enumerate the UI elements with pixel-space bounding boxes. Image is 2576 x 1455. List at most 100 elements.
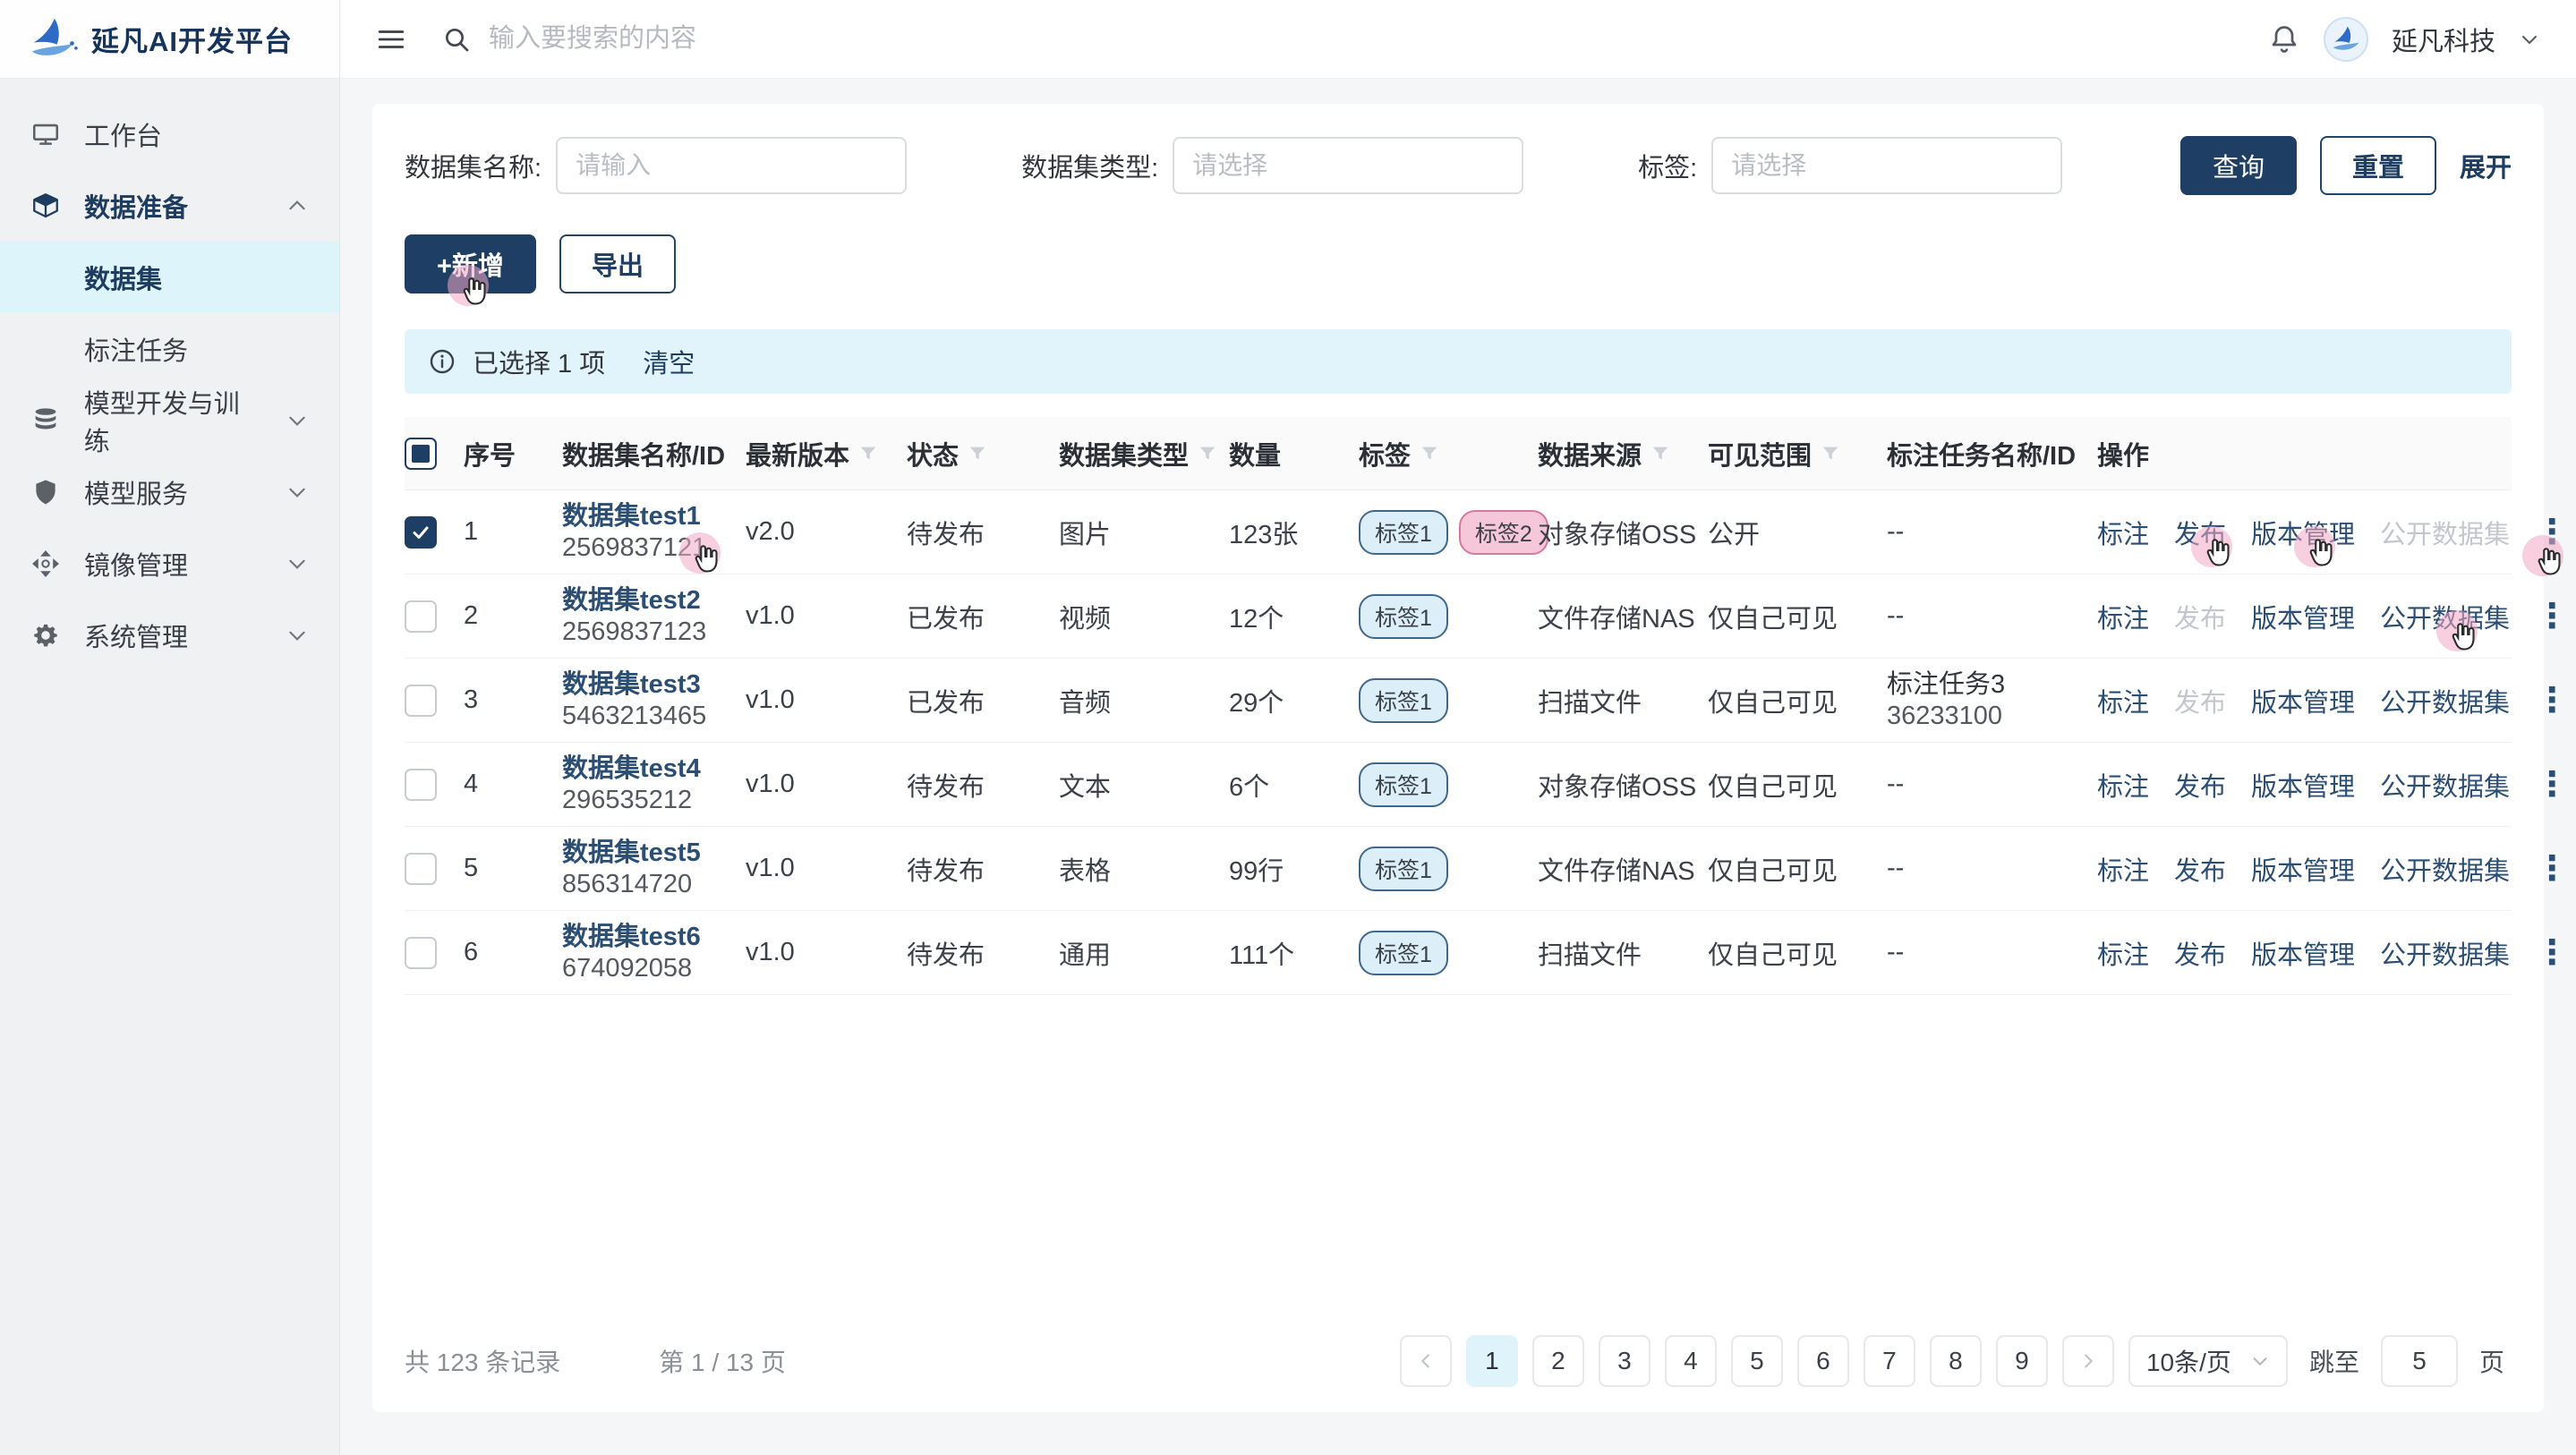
reset-button[interactable]: 重置 (2320, 136, 2436, 195)
prev-page-button[interactable] (1400, 1335, 1452, 1387)
action-link[interactable]: 发布 (2174, 850, 2226, 888)
sidebar-item-4[interactable]: 镜像管理 (0, 528, 339, 600)
chevron-down-icon (286, 552, 309, 575)
page-button-8[interactable]: 8 (1930, 1335, 1982, 1387)
select-all-checkbox[interactable] (405, 438, 437, 470)
table-row: 6数据集test6674092058v1.0待发布通用111个标签1扫描文件仅自… (405, 911, 2512, 995)
dataset-version: v1.0 (746, 685, 907, 715)
action-link[interactable]: 版本管理 (2251, 766, 2355, 804)
dataset-name-link[interactable]: 数据集test5 (562, 838, 737, 869)
more-actions-kebab-icon[interactable]: ⋮ (2535, 855, 2569, 882)
action-link[interactable]: 版本管理 (2251, 850, 2355, 888)
dataset-tags: 标签1标签2 (1359, 510, 1538, 555)
page-button-5[interactable]: 5 (1731, 1335, 1783, 1387)
query-button[interactable]: 查询 (2180, 136, 2297, 195)
page-button-2[interactable]: 2 (1532, 1335, 1584, 1387)
row-checkbox[interactable] (405, 516, 437, 549)
sidebar-subitem-1-0[interactable]: 数据集 (0, 242, 339, 313)
action-link[interactable]: 版本管理 (2251, 682, 2355, 719)
filter-input[interactable] (1731, 151, 2043, 180)
task-empty: -- (1887, 770, 1904, 798)
hamburger-icon[interactable] (376, 21, 412, 57)
chevron-down-icon[interactable] (2519, 29, 2540, 50)
next-page-button[interactable] (2062, 1335, 2114, 1387)
page-button-7[interactable]: 7 (1864, 1335, 1915, 1387)
row-checkbox[interactable] (405, 937, 437, 969)
sidebar-item-3[interactable]: 模型服务 (0, 456, 339, 528)
action-link[interactable]: 公开数据集 (2380, 766, 2510, 804)
sidebar-item-2[interactable]: 模型开发与训练 (0, 385, 339, 456)
add-button[interactable]: +新增 (405, 234, 536, 294)
filter-funnel-icon[interactable] (858, 444, 878, 464)
action-link[interactable]: 发布 (2174, 514, 2226, 551)
user-name[interactable]: 延凡科技 (2392, 21, 2495, 58)
dataset-id: 2569837123 (562, 617, 706, 648)
action-link[interactable]: 公开数据集 (2380, 682, 2510, 719)
more-actions-kebab-icon[interactable]: ⋮ (2535, 771, 2569, 798)
clear-selection-link[interactable]: 清空 (643, 343, 695, 380)
filter-input[interactable] (576, 151, 887, 180)
action-link[interactable]: 标注 (2097, 514, 2149, 551)
jump-to-input[interactable] (2381, 1335, 2458, 1387)
page-size-select[interactable]: 10条/页 (2128, 1335, 2288, 1387)
more-actions-kebab-icon[interactable]: ⋮ (2535, 687, 2569, 714)
dataset-name-link[interactable]: 数据集test2 (562, 585, 737, 617)
page-button-3[interactable]: 3 (1599, 1335, 1651, 1387)
dataset-name-link[interactable]: 数据集test1 (562, 501, 737, 532)
export-button[interactable]: 导出 (559, 234, 676, 294)
sidebar-item-0[interactable]: 工作台 (0, 98, 339, 170)
page-button-9[interactable]: 9 (1996, 1335, 2048, 1387)
filter-funnel-icon[interactable] (968, 444, 987, 464)
column-header: 数量 (1229, 435, 1359, 472)
action-link[interactable]: 公开数据集 (2380, 850, 2510, 888)
table-row: 1数据集test12569837121v2.0待发布图片123张标签1标签2对象… (405, 490, 2512, 574)
dataset-name-link[interactable]: 数据集test3 (562, 669, 737, 701)
action-link[interactable]: 发布 (2174, 934, 2226, 972)
task-empty: -- (1887, 938, 1904, 966)
row-checkbox[interactable] (405, 600, 437, 633)
avatar[interactable] (2324, 17, 2368, 62)
row-checkbox[interactable] (405, 853, 437, 885)
dataset-type: 视频 (1059, 598, 1229, 635)
action-link[interactable]: 版本管理 (2251, 934, 2355, 972)
action-link[interactable]: 版本管理 (2251, 598, 2355, 635)
more-actions-kebab-icon[interactable]: ⋮ (2535, 603, 2569, 630)
more-actions-kebab-icon[interactable]: ⋮ (2535, 940, 2569, 966)
row-checkbox[interactable] (405, 685, 437, 717)
action-link[interactable]: 标注 (2097, 682, 2149, 719)
filter-funnel-icon[interactable] (1420, 444, 1439, 464)
sidebar-item-label: 数据准备 (84, 187, 188, 225)
action-link[interactable]: 标注 (2097, 934, 2149, 972)
dataset-version: v1.0 (746, 770, 907, 799)
expand-link[interactable]: 展开 (2460, 147, 2512, 184)
action-link[interactable]: 发布 (2174, 766, 2226, 804)
filter-field-1: 数据集类型: (1021, 137, 1523, 194)
filter-funnel-icon[interactable] (1821, 444, 1840, 464)
notification-bell-icon[interactable] (2268, 23, 2300, 55)
dataset-name-link[interactable]: 数据集test4 (562, 753, 737, 785)
dataset-scope: 仅自己可见 (1708, 682, 1887, 719)
action-link[interactable]: 版本管理 (2251, 514, 2355, 551)
more-actions-kebab-icon[interactable]: ⋮ (2535, 519, 2569, 546)
filter-funnel-icon[interactable] (1198, 444, 1217, 464)
sidebar-subitem-1-1[interactable]: 标注任务 (0, 313, 339, 385)
page-button-1[interactable]: 1 (1466, 1335, 1518, 1387)
row-number: 1 (464, 517, 562, 547)
sidebar-item-1[interactable]: 数据准备 (0, 170, 339, 242)
action-link[interactable]: 标注 (2097, 850, 2149, 888)
action-link[interactable]: 公开数据集 (2380, 934, 2510, 972)
column-header: 状态 (907, 435, 1059, 472)
sidebar-item-5[interactable]: 系统管理 (0, 600, 339, 671)
task-empty: -- (1887, 854, 1904, 882)
table-header: 序号数据集名称/ID最新版本状态数据集类型数量标签数据来源可见范围标注任务名称/… (405, 417, 2512, 490)
action-link[interactable]: 标注 (2097, 598, 2149, 635)
filter-input[interactable] (1192, 151, 1504, 180)
search-input[interactable] (489, 24, 1115, 54)
dataset-name-link[interactable]: 数据集test6 (562, 922, 737, 953)
filter-funnel-icon[interactable] (1651, 444, 1670, 464)
row-checkbox[interactable] (405, 769, 437, 801)
action-link[interactable]: 公开数据集 (2380, 598, 2510, 635)
page-button-4[interactable]: 4 (1665, 1335, 1717, 1387)
action-link[interactable]: 标注 (2097, 766, 2149, 804)
page-button-6[interactable]: 6 (1797, 1335, 1849, 1387)
